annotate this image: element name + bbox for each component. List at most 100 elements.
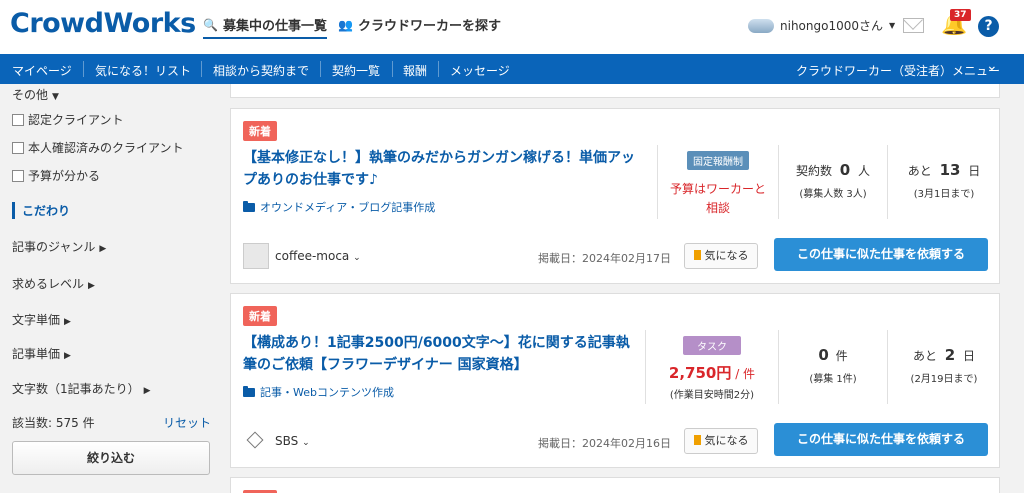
nav-consult-contract[interactable]: 相談から契約まで	[213, 62, 309, 79]
request-similar-button[interactable]: この仕事に似た仕事を依頼する	[774, 238, 988, 271]
job-deadline: あと 13 日 (3月1日まで)	[889, 161, 999, 200]
client-avatar[interactable]	[243, 243, 269, 269]
deadline-sub: (3月1日まで)	[913, 189, 975, 200]
caret-right-icon: ▶	[143, 386, 151, 396]
avatar	[748, 18, 774, 33]
checkbox-budget-known[interactable]: 予算が分かる	[12, 167, 100, 184]
caret-right-icon: ▶	[64, 351, 71, 361]
budget-note: 予算はワーカーと 相談	[659, 180, 777, 218]
reset-link[interactable]: リセット	[163, 414, 211, 431]
client-name[interactable]: SBS ⌄	[275, 434, 310, 448]
help-icon[interactable]: ?	[978, 16, 999, 37]
favorite-label: 気になる	[704, 434, 749, 447]
filter-level[interactable]: 求めるレベル ▶	[12, 275, 95, 292]
deadline-value: 13	[939, 161, 961, 179]
checkbox-certified-client[interactable]: 認定クライアント	[12, 111, 124, 128]
posted-date: 掲載日：2024年02月16日	[538, 437, 671, 450]
filter-label: 文字数（1記事あたり）	[12, 382, 140, 396]
sidebar: その他 ▼ 認定クライアント 本人確認済みのクライアント 予算が分かる こだわり …	[0, 84, 222, 493]
job-category[interactable]: オウンドメディア・ブログ記事作成	[243, 199, 435, 215]
user-menu[interactable]: nihongo1000さん ▼	[748, 17, 895, 34]
nav-favorites[interactable]: 気になる！リスト	[95, 62, 191, 79]
checkbox-label: 本人確認済みのクライアント	[28, 141, 184, 155]
favorite-button[interactable]: 気になる	[684, 243, 758, 269]
deadline-value: 2	[944, 346, 956, 364]
filter-other[interactable]: その他 ▼	[12, 86, 59, 103]
contracts-value: 0	[839, 161, 851, 179]
section-heading-kodawari: こだわり	[12, 202, 70, 219]
chevron-down-icon: ⌄	[302, 438, 310, 448]
posted-date: 掲載日：2024年02月17日	[538, 252, 671, 265]
deadline-label: あと	[907, 164, 932, 178]
contracts-unit: 人	[858, 164, 871, 178]
deadline-unit: 日	[963, 349, 976, 363]
contracts-sub: (募集 1件)	[809, 374, 857, 385]
filter-label: 記事単価	[12, 347, 61, 361]
nav-divider	[392, 61, 393, 77]
job-price: 固定報酬制 予算はワーカーと 相談	[659, 151, 777, 218]
checkbox[interactable]	[12, 142, 24, 154]
worker-menu[interactable]: クラウドワーカー（受注者）メニュー	[796, 62, 1000, 79]
request-similar-button[interactable]: この仕事に似た仕事を依頼する	[774, 423, 988, 456]
nav-job-search[interactable]: 🔍 募集中の仕事一覧	[203, 15, 327, 39]
divider	[778, 330, 779, 404]
price-value: 2,750円	[668, 364, 732, 382]
narrow-button[interactable]: 絞り込む	[12, 441, 210, 475]
bookmark-icon	[693, 250, 701, 260]
client-name-label: SBS	[275, 434, 299, 448]
job-category[interactable]: 記事・Webコンテンツ作成	[243, 384, 394, 400]
nav-divider	[201, 61, 202, 77]
filter-label: 文字単価	[12, 313, 61, 327]
nav-messages[interactable]: メッセージ	[450, 62, 510, 79]
deadline-unit: 日	[968, 164, 981, 178]
filter-other-label: その他	[12, 88, 49, 102]
filter-label: 求めるレベル	[12, 277, 85, 291]
nav-mypage[interactable]: マイページ	[12, 62, 72, 79]
favorite-button[interactable]: 気になる	[684, 428, 758, 454]
job-price: タスク 2,750円 / 件 (作業目安時間2分)	[647, 336, 777, 401]
caret-down-icon: ▼	[52, 92, 59, 102]
checkbox[interactable]	[12, 170, 24, 182]
contracts-unit: 件	[835, 349, 848, 363]
deadline-sub: (2月19日まで)	[910, 374, 978, 385]
filter-char-price[interactable]: 文字単価 ▶	[12, 311, 71, 328]
chevron-down-icon: ⌄	[353, 253, 361, 263]
divider	[657, 145, 658, 219]
nav-job-search-label: 募集中の仕事一覧	[222, 19, 327, 34]
header: CrowdWorks 🔍 募集中の仕事一覧 👥 クラウドワーカーを探す niho…	[0, 0, 1024, 54]
chevron-down-icon[interactable]: ⌄	[986, 58, 998, 74]
client-name[interactable]: coffee-moca ⌄	[275, 249, 361, 263]
job-category-label: 記事・Webコンテンツ作成	[260, 386, 394, 399]
filter-char-count[interactable]: 文字数（1記事あたり） ▶	[12, 380, 151, 397]
caret-right-icon: ▶	[99, 244, 107, 254]
job-card: 新着 【基本修正なし！】執筆のみだからガンガン稼げる！単価アップありのお仕事です…	[230, 108, 1000, 284]
caret-down-icon: ▼	[889, 21, 896, 30]
new-badge: 新着	[243, 121, 277, 141]
filter-article-price[interactable]: 記事単価 ▶	[12, 345, 71, 362]
job-title[interactable]: 【基本修正なし！】執筆のみだからガンガン稼げる！単価アップありのお仕事です♪	[243, 147, 643, 191]
nav-find-workers[interactable]: 👥 クラウドワーカーを探す	[338, 15, 501, 35]
people-icon: 👥	[338, 17, 353, 32]
job-title[interactable]: 【構成あり！1記事2500円/6000文字〜】花に関する記事執筆のご依頼【フラワ…	[243, 332, 643, 376]
new-badge: 新着	[243, 306, 277, 326]
mail-icon[interactable]	[903, 18, 924, 33]
nav-divider	[83, 61, 84, 77]
bookmark-icon	[693, 435, 701, 445]
divider	[887, 330, 888, 404]
nav-find-workers-label: クラウドワーカーを探す	[357, 19, 501, 34]
checkbox[interactable]	[12, 114, 24, 126]
caret-right-icon: ▶	[88, 281, 95, 291]
client-logo-icon[interactable]	[246, 431, 264, 449]
filter-genre[interactable]: 記事のジャンル ▶	[12, 238, 106, 255]
job-category-label: オウンドメディア・ブログ記事作成	[260, 201, 436, 214]
caret-right-icon: ▶	[64, 317, 71, 327]
logo[interactable]: CrowdWorks	[10, 8, 196, 39]
checkbox-verified-client[interactable]: 本人確認済みのクライアント	[12, 139, 184, 156]
contracts-value: 0	[818, 346, 829, 364]
nav-reward[interactable]: 報酬	[403, 62, 427, 79]
checkbox-label: 認定クライアント	[28, 113, 124, 127]
deadline-label: あと	[912, 349, 937, 363]
nav-divider	[320, 61, 321, 77]
nav-contracts[interactable]: 契約一覧	[332, 62, 380, 79]
user-name: nihongo1000さん	[780, 19, 883, 33]
